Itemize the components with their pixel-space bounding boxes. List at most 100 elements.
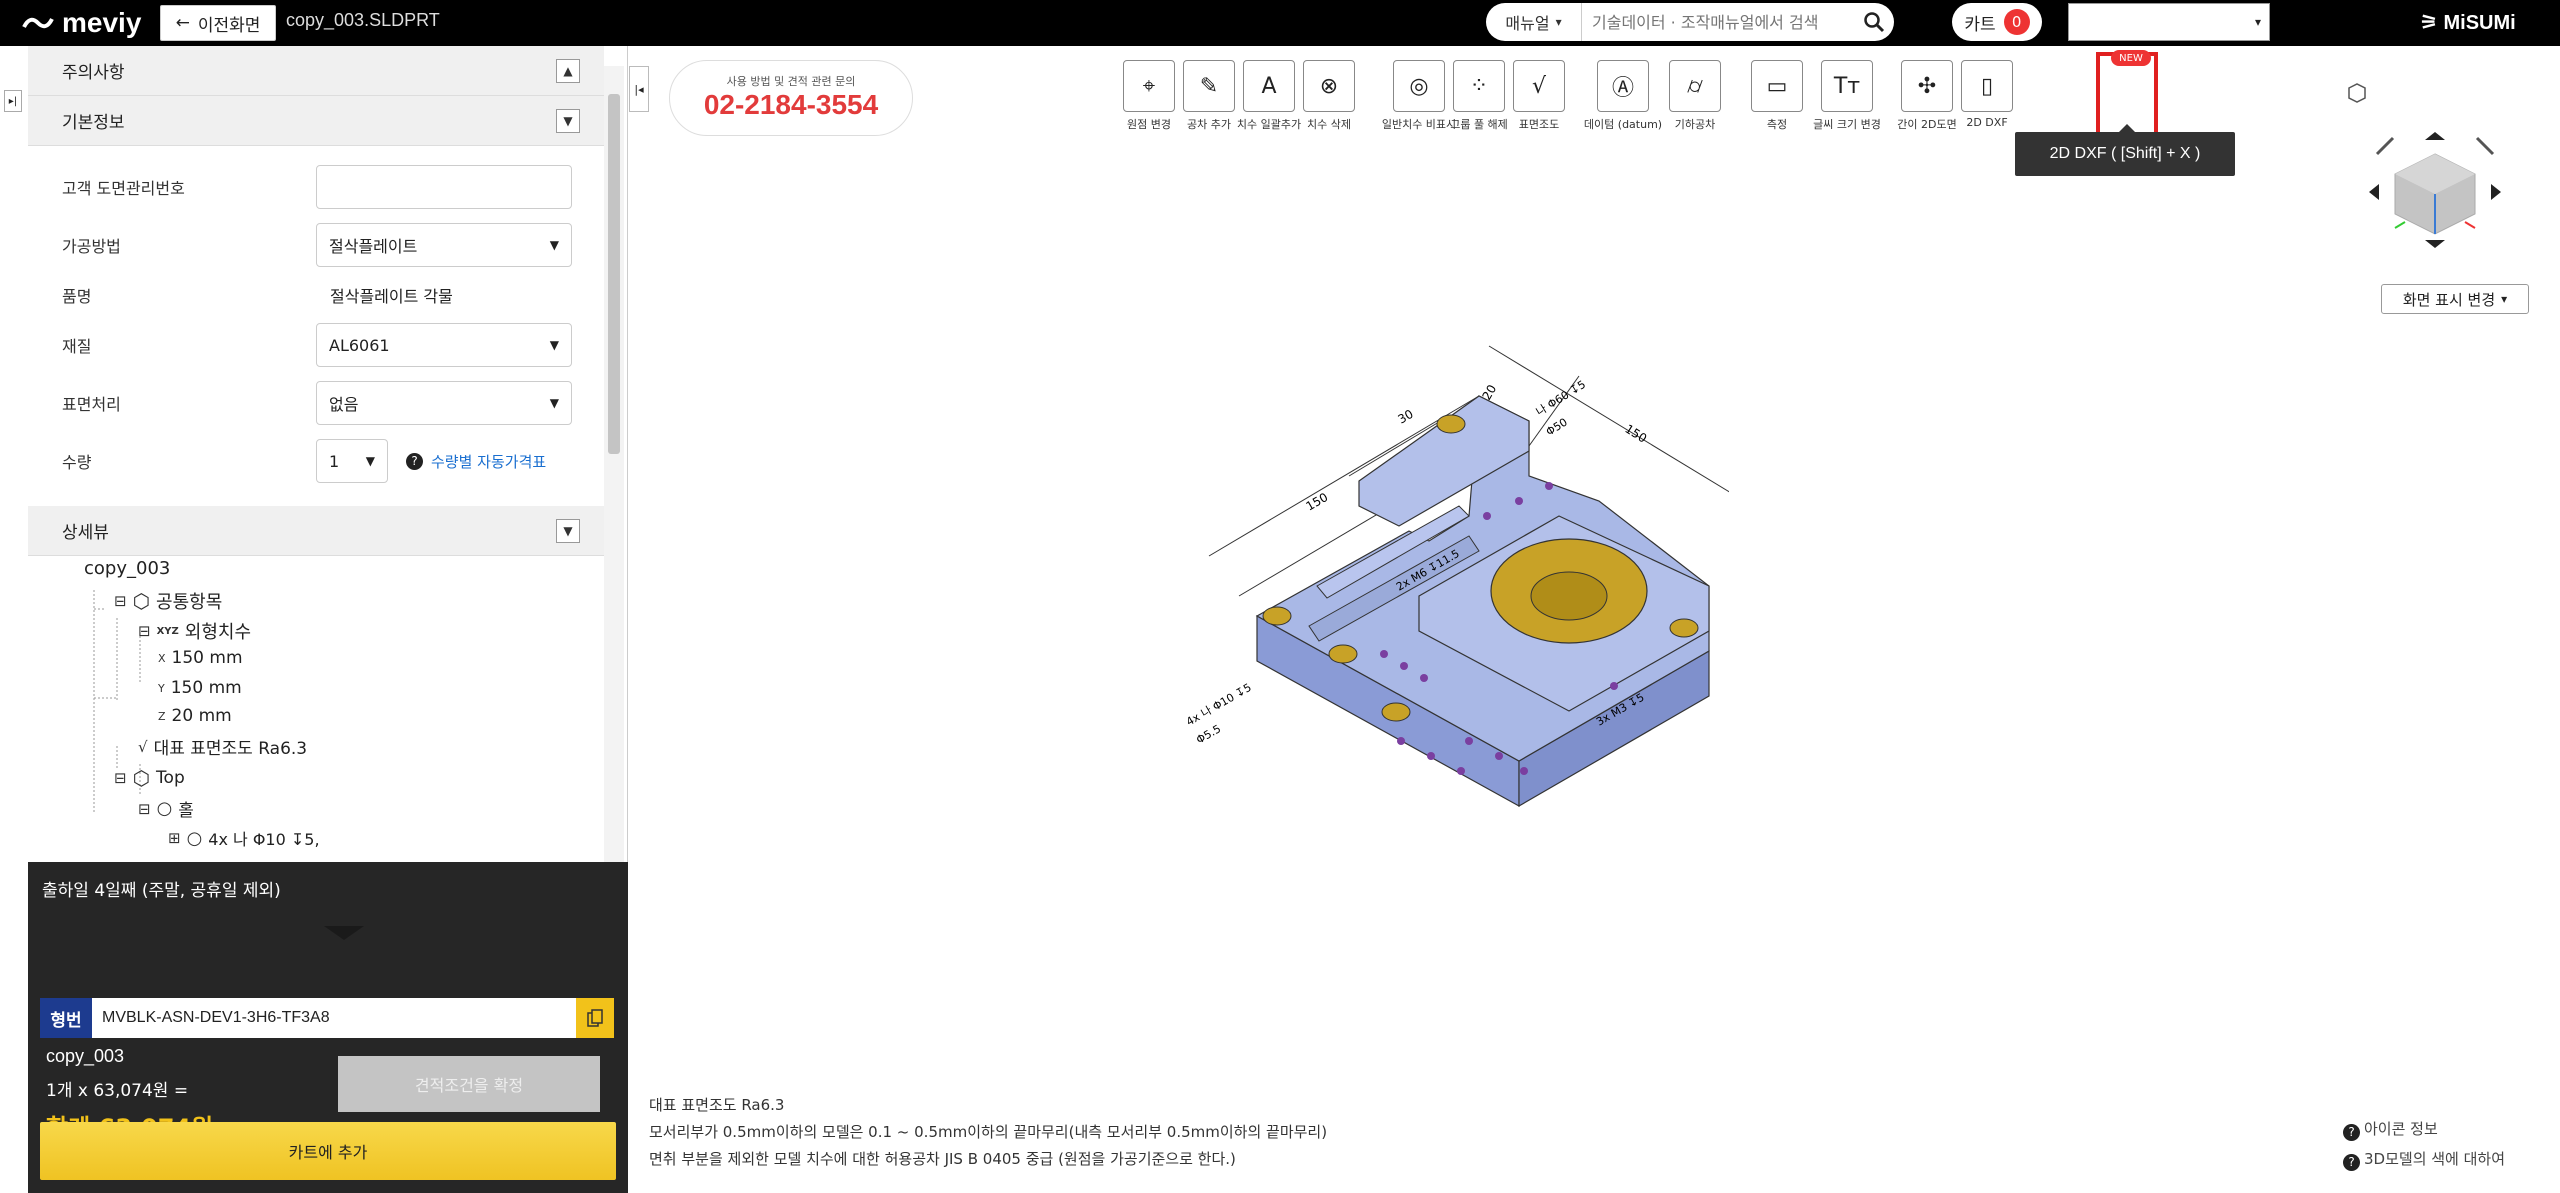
color-info-link[interactable]: ? 3D모델의 색에 대하여 — [2343, 1144, 2505, 1174]
tree-common[interactable]: ⊟ ⬡ 공통항목 — [114, 588, 222, 614]
tree-dim-z[interactable]: Z 20 mm — [158, 706, 232, 726]
material-value: AL6061 — [329, 335, 390, 355]
tree-dim-z-label: 20 mm — [171, 706, 232, 726]
product-value: 절삭플레이트 각물 — [330, 287, 453, 306]
section-basic-header[interactable]: 기본정보 ▼ — [28, 96, 604, 146]
chevron-left-icon: |◂ — [634, 82, 644, 96]
tool-geometric-tolerance[interactable]: ⌭ 기하공차 — [1663, 60, 1727, 140]
price-table-link[interactable]: ? 수량별 자동가격표 — [406, 451, 546, 472]
chevron-down-icon[interactable]: ▼ — [556, 108, 580, 133]
cube-axis-red — [2464, 221, 2476, 229]
tool-label: 글씨 크기 변경 — [1813, 118, 1881, 131]
tool-label: 그룹 풀 해제 — [1450, 118, 1508, 131]
material-select[interactable]: AL6061 ▼ — [316, 323, 572, 367]
tree-outer-dims[interactable]: ⊟ XYZ 외형치수 — [138, 618, 251, 644]
section-notice-header[interactable]: 주의사항 ▲ — [28, 46, 604, 96]
product-row: 품명 절삭플레이트 각물 — [62, 272, 602, 318]
top-bar: meviy ← 이전화면 copy_003.SLDPRT 매뉴얼 ▾ 카트 0 … — [0, 0, 2560, 46]
dimension-batch-icon: A — [1243, 60, 1295, 112]
left-scrollbar-thumb[interactable] — [608, 94, 620, 454]
rotate-up-icon[interactable] — [2425, 132, 2445, 140]
account-select[interactable]: ▾ — [2068, 3, 2270, 41]
help-links: ? 아이콘 정보 ? 3D모델의 색에 대하여 — [2343, 1114, 2505, 1174]
tool-tolerance-add[interactable]: ✎ 공차 추가 — [1177, 60, 1241, 140]
search-category-select[interactable]: 매뉴얼 ▾ — [1486, 3, 1582, 41]
add-to-cart-button[interactable]: 카트에 추가 — [40, 1122, 616, 1180]
left-scrollbar[interactable] — [604, 66, 624, 862]
back-button[interactable]: ← 이전화면 — [160, 5, 276, 41]
dxf-tooltip: 2D DXF ( [Shift] + X ) — [2015, 132, 2235, 176]
tree-dim-y[interactable]: Y 150 mm — [158, 678, 242, 698]
cart-button[interactable]: 카트 0 — [1952, 3, 2042, 41]
question-icon: ? — [2343, 1123, 2360, 1141]
circle-hole-icon: ○ — [186, 827, 203, 849]
material-row: 재질 AL6061 ▼ — [62, 322, 602, 368]
copy-part-number-button[interactable] — [576, 998, 614, 1038]
confirm-quote-button[interactable]: 견적조건을 확정 — [338, 1056, 600, 1112]
cart-label: 카트 — [1964, 14, 1996, 35]
rotate-cw-icon[interactable] — [2475, 136, 2495, 156]
quantity-label: 수량 — [62, 453, 92, 472]
tool-label: 치수 일괄추가 — [1236, 118, 1302, 131]
tool-dxf[interactable]: ▯ 2D DXF — [1955, 60, 2019, 140]
view-mode-select[interactable]: 화면 표시 변경 ▾ — [2381, 284, 2529, 314]
quantity-row: 수량 1 ▼ ? 수량별 자동가격표 — [62, 438, 602, 484]
tree-common-label: 공통항목 — [156, 592, 223, 613]
chevron-down-icon[interactable]: ▼ — [556, 518, 580, 543]
hole-note-top: 나 Φ60 ↧5 — [1534, 378, 1588, 419]
collapse-left-tab: ▸| — [0, 66, 26, 196]
note-line: 대표 표면조도 Ra6.3 — [649, 1096, 785, 1114]
tool-roughness[interactable]: √ 표면조도 — [1507, 60, 1571, 140]
tool-simple-2d[interactable]: ✣ 간이 2D도면 — [1895, 60, 1959, 140]
rotate-ccw-icon[interactable] — [2375, 136, 2395, 156]
collapse-left-button[interactable]: ▸| — [4, 90, 22, 112]
tool-text-size[interactable]: Tт 글씨 크기 변경 — [1813, 60, 1881, 140]
tool-ungroup[interactable]: ⁘ 그룹 풀 해제 — [1447, 60, 1511, 140]
view-cube-small-icon[interactable] — [2348, 83, 2366, 103]
meviy-logo-icon — [22, 17, 54, 29]
rotate-left-icon[interactable] — [2369, 184, 2379, 200]
tree-dim-x[interactable]: X 150 mm — [158, 648, 243, 668]
tool-label: 측정 — [1766, 118, 1788, 131]
rotate-right-icon[interactable] — [2491, 184, 2501, 200]
simple-2d-icon: ✣ — [1901, 60, 1953, 112]
ungroup-icon: ⁘ — [1453, 60, 1505, 112]
tool-label: 치수 삭제 — [1307, 118, 1351, 131]
left-note2: Φ5.5 — [1194, 722, 1223, 746]
rotate-down-icon[interactable] — [2425, 240, 2445, 248]
icon-info-link[interactable]: ? 아이콘 정보 — [2343, 1114, 2505, 1144]
tree-root[interactable]: copy_003 — [84, 558, 170, 579]
copy-icon — [587, 1009, 603, 1027]
tree-roughness[interactable]: √ 대표 표면조도 Ra6.3 — [138, 734, 307, 760]
tree-hole-item[interactable]: ⊞ ○ 4x 나 Φ10 ↧5, — [168, 826, 320, 850]
left-note: 4x 나 Φ10 ↧5 — [1184, 681, 1254, 729]
chevron-down-icon: ▼ — [549, 338, 559, 352]
tool-origin[interactable]: ⌖ 원점 변경 — [1117, 60, 1181, 140]
tool-datum[interactable]: Ⓐ 데이텀 (datum) — [1584, 60, 1662, 140]
section-detail-header[interactable]: 상세뷰 ▼ — [28, 506, 604, 556]
quantity-value: 1 — [329, 451, 340, 471]
view-cube[interactable] — [2335, 76, 2535, 276]
search-input[interactable] — [1582, 7, 1854, 37]
quantity-select[interactable]: 1 ▼ — [316, 439, 388, 483]
tree-hole[interactable]: ⊟ ○ 홀 — [138, 796, 194, 821]
tool-dimension-delete[interactable]: ⊗ 치수 삭제 — [1297, 60, 1361, 140]
process-select[interactable]: 절삭플레이트 ▼ — [316, 223, 572, 267]
collapse-minus-icon: ⊟ — [114, 592, 127, 610]
tooltip-arrow — [2119, 124, 2135, 132]
tool-hide-dimension[interactable]: ◎ 일반치수 비표시 — [1382, 60, 1456, 140]
customer-drawing-input[interactable] — [316, 165, 572, 209]
model-viewer[interactable]: |◂ 사용 방법 및 견적 관련 문의 02-2184-3554 ⌖ 원점 변경 ✎… — [629, 46, 2560, 1193]
chevron-up-icon[interactable]: ▲ — [556, 58, 580, 83]
meviy-logo[interactable]: meviy — [20, 6, 141, 40]
collapse-panel-button[interactable]: |◂ — [629, 66, 649, 112]
tree-top[interactable]: ⊟ ⬡ Top — [114, 766, 185, 790]
search-button[interactable] — [1854, 3, 1894, 41]
tool-label: 간이 2D도면 — [1897, 118, 1957, 131]
collapse-minus-icon: ⊟ — [138, 799, 151, 818]
tool-dimension-batch[interactable]: A 치수 일괄추가 — [1237, 60, 1301, 140]
tool-measure[interactable]: ▭ 측정 — [1745, 60, 1809, 140]
surface-select[interactable]: 없음 ▼ — [316, 381, 572, 425]
3d-model[interactable]: 150 150 30 20 나 Φ60 ↧5 Φ50 2x M6 ↧11.5 3… — [1169, 286, 1729, 966]
misumi-logo[interactable]: ⚞ MiSUMi — [2420, 10, 2516, 35]
